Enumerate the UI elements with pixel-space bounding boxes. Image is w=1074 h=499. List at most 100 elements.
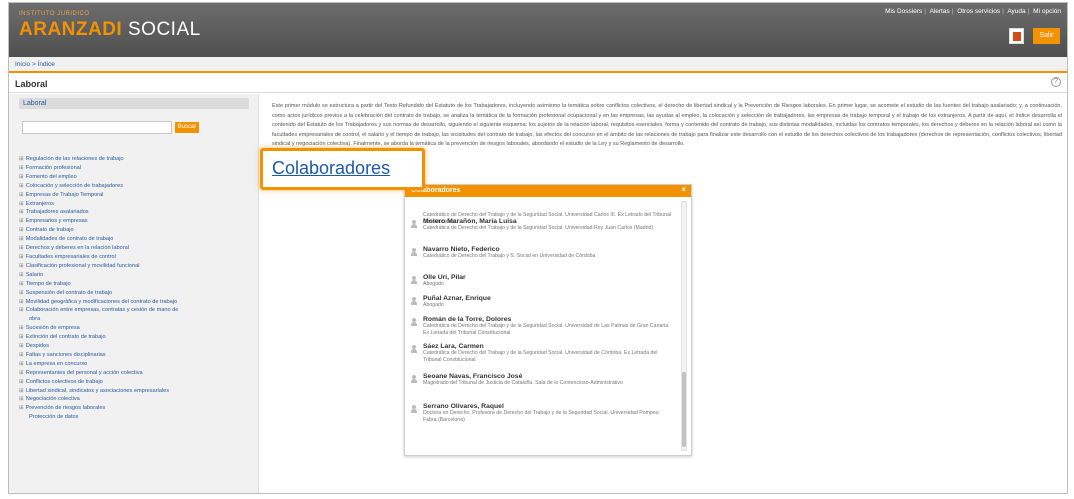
tree-item[interactable]: ⊞ Representantes del personal y acción co… (19, 369, 244, 378)
plus-icon[interactable]: ⊞ (19, 361, 24, 367)
plus-icon[interactable]: ⊞ (19, 209, 24, 215)
collaborator-item[interactable]: Olle Uri, Pilar Abogado (411, 274, 673, 288)
collaborator-name[interactable]: Serrano Olivares, Raquel (423, 403, 673, 410)
plus-icon[interactable]: ⊞ (19, 352, 24, 358)
plus-icon[interactable]: ⊞ (19, 254, 24, 260)
tree-item[interactable]: ⊞ La empresa en concurso (19, 360, 244, 369)
collaborator-name[interactable]: Navarro Nieto, Federico (423, 246, 673, 253)
top-link-mi-opcion[interactable]: Mi opción (1033, 8, 1061, 15)
top-link-otros[interactable]: Otros servicios (957, 8, 1000, 15)
plus-icon[interactable]: ⊞ (19, 245, 24, 251)
collaborator-name[interactable]: Román de la Torre, Dolores (423, 316, 673, 323)
tree-item[interactable]: ⊞ Despidos (19, 342, 244, 351)
plus-icon[interactable]: ⊞ (19, 218, 24, 224)
tree-item[interactable]: ⊞ Trabajadores asalariados (19, 208, 244, 217)
collaborator-name[interactable]: Puñal Aznar, Enrique (423, 295, 673, 302)
tree-item[interactable]: ⊞ Extranjeros (19, 200, 244, 209)
search-input[interactable] (22, 121, 172, 134)
tree-item[interactable]: ⊞ Suspensión del contrato de trabajo (19, 289, 244, 298)
tree-item[interactable]: ⊞ Fomento del empleo (19, 173, 244, 182)
collaborators-list[interactable]: Catedrático de Derecho del Trabajo y de … (405, 198, 677, 455)
collaborator-item[interactable]: Puñal Aznar, Enrique Abogado (411, 295, 673, 309)
colaboradores-link[interactable]: Colaboradores (272, 158, 390, 179)
plus-icon[interactable]: ⊞ (19, 227, 24, 233)
tree-item-label: Tiempo de trabajo (25, 280, 71, 287)
tree-item[interactable]: ⊞ Derechos y deberes en la relación labor… (19, 244, 244, 253)
collaborator-description: Abogado (423, 281, 444, 287)
tree-item[interactable]: ⊞ Empresas de Trabajo Temporal (19, 191, 244, 200)
collaborators-popup: Colaboradores × Catedrático de Derecho d… (404, 184, 692, 456)
collaborator-name[interactable]: Molero Marañón, María Luisa (423, 218, 673, 225)
tree-item[interactable]: Protección de datos (19, 413, 244, 422)
plus-icon[interactable]: ⊞ (19, 396, 24, 402)
collaborator-item[interactable]: Navarro Nieto, Federico Catedrático de De… (411, 246, 673, 260)
tree-item[interactable]: ⊞ Prevención de riesgos laborales (19, 404, 244, 413)
plus-icon[interactable]: ⊞ (19, 290, 24, 296)
collaborator-item[interactable]: Serrano Olivares, Raquel Doctora en Derec… (411, 403, 673, 424)
popup-scrollbar[interactable] (681, 201, 687, 451)
tree-item[interactable]: ⊞ Conflictos colectivos de trabajo (19, 378, 244, 387)
plus-icon[interactable]: ⊞ (19, 325, 24, 331)
tree-item[interactable]: obra (19, 315, 244, 324)
tree-item[interactable]: ⊞ Formación profesional (19, 164, 244, 173)
tree-item[interactable]: ⊞ Colocación y selección de trabajadores (19, 182, 244, 191)
tree-item[interactable]: ⊞ Contrato de trabajo (19, 226, 244, 235)
top-link-ayuda[interactable]: Ayuda (1007, 8, 1025, 15)
tree-item-label: Fomento del empleo (25, 173, 77, 180)
scrollbar-thumb[interactable] (682, 372, 686, 447)
plus-icon[interactable]: ⊞ (19, 174, 24, 180)
tree-item[interactable]: ⊞ Salario (19, 271, 244, 280)
tree-item[interactable]: ⊞ Empresarios y empresas (19, 217, 244, 226)
exit-button[interactable]: Salir (1033, 28, 1060, 44)
plus-icon[interactable]: ⊞ (19, 343, 24, 349)
top-link-dossiers[interactable]: Mis Dossiers (885, 8, 922, 15)
tree-item[interactable]: ⊞ Clasificación profesional y movilidad f… (19, 262, 244, 271)
plus-icon[interactable]: ⊞ (19, 201, 24, 207)
tree-item[interactable]: ⊞ Negociación colectiva (19, 395, 244, 404)
tree-item-label: Empresarios y empresas (25, 218, 88, 225)
tree-item[interactable]: ⊞ Tiempo de trabajo (19, 280, 244, 289)
tree-item[interactable]: ⊞ Colaboración entre empresas, contratas … (19, 306, 244, 315)
plus-icon[interactable]: ⊞ (19, 165, 24, 171)
collaborator-item[interactable]: Molero Marañón, María Luisa Catedrática d… (411, 218, 673, 232)
brand-logo[interactable]: INSTITUTO JURIDICO ARANZADI SOCIAL (19, 11, 201, 41)
plus-icon[interactable]: ⊞ (19, 379, 24, 385)
plus-icon[interactable]: ⊞ (19, 405, 24, 411)
collaborator-name[interactable]: Seoane Navas, Francisco José (423, 373, 673, 380)
help-icon[interactable]: ? (1051, 77, 1061, 87)
pdf-icon[interactable] (1009, 28, 1024, 44)
tree-item[interactable]: ⊞ Regulación de las relaciones de trabajo (19, 155, 244, 164)
plus-icon[interactable]: ⊞ (19, 388, 24, 394)
tree-item-label: Empresas de Trabajo Temporal (25, 191, 104, 198)
tree-item[interactable]: ⊞ Facultades empresariales de control (19, 253, 244, 262)
tree-item[interactable]: ⊞ Sucesión de empresa (19, 324, 244, 333)
collaborator-description: Doctora en Derecho. Profesora de Derecho… (423, 410, 659, 423)
plus-icon[interactable]: ⊞ (19, 307, 24, 313)
close-icon[interactable]: × (681, 185, 686, 194)
collaborator-item[interactable]: Román de la Torre, Dolores Catedrática de… (411, 316, 673, 337)
plus-icon[interactable]: ⊞ (19, 370, 24, 376)
plus-icon[interactable]: ⊞ (19, 281, 24, 287)
plus-icon[interactable]: ⊞ (19, 236, 24, 242)
plus-icon[interactable]: ⊞ (19, 263, 24, 269)
top-link-alertas[interactable]: Alertas (929, 8, 949, 15)
collaborator-name[interactable]: Sáez Lara, Carmen (423, 343, 673, 350)
collaborator-item[interactable]: Sáez Lara, Carmen Catedrática de Derecho … (411, 343, 673, 364)
tree-item[interactable]: ⊞ Modalidades de contrato de trabajo (19, 235, 244, 244)
collaborator-item[interactable]: Seoane Navas, Francisco José Magistrado d… (411, 373, 673, 387)
tree-item[interactable]: ⊞ Libertad sindical, sindicatos y asociac… (19, 387, 244, 396)
search-button[interactable]: Buscar (175, 122, 199, 133)
plus-icon[interactable]: ⊞ (19, 272, 24, 278)
colaboradores-callout: Colaboradores (260, 148, 425, 190)
plus-icon[interactable]: ⊞ (19, 192, 24, 198)
plus-icon[interactable]: ⊞ (19, 299, 24, 305)
tree-item[interactable]: ⊞ Faltas y sanciones disciplinarias (19, 351, 244, 360)
plus-icon[interactable]: ⊞ (19, 183, 24, 189)
collaborator-name[interactable]: Olle Uri, Pilar (423, 274, 673, 281)
tree-item-label: Clasificación profesional y movilidad fu… (25, 262, 140, 269)
plus-icon[interactable]: ⊞ (19, 156, 24, 162)
breadcrumb[interactable]: Inicio > Índice (9, 57, 1067, 73)
tree-item[interactable]: ⊞ Movilidad geográfica y modificaciones d… (19, 298, 244, 307)
tree-item[interactable]: ⊞ Extinción del contrato de trabajo (19, 333, 244, 342)
plus-icon[interactable]: ⊞ (19, 334, 24, 340)
